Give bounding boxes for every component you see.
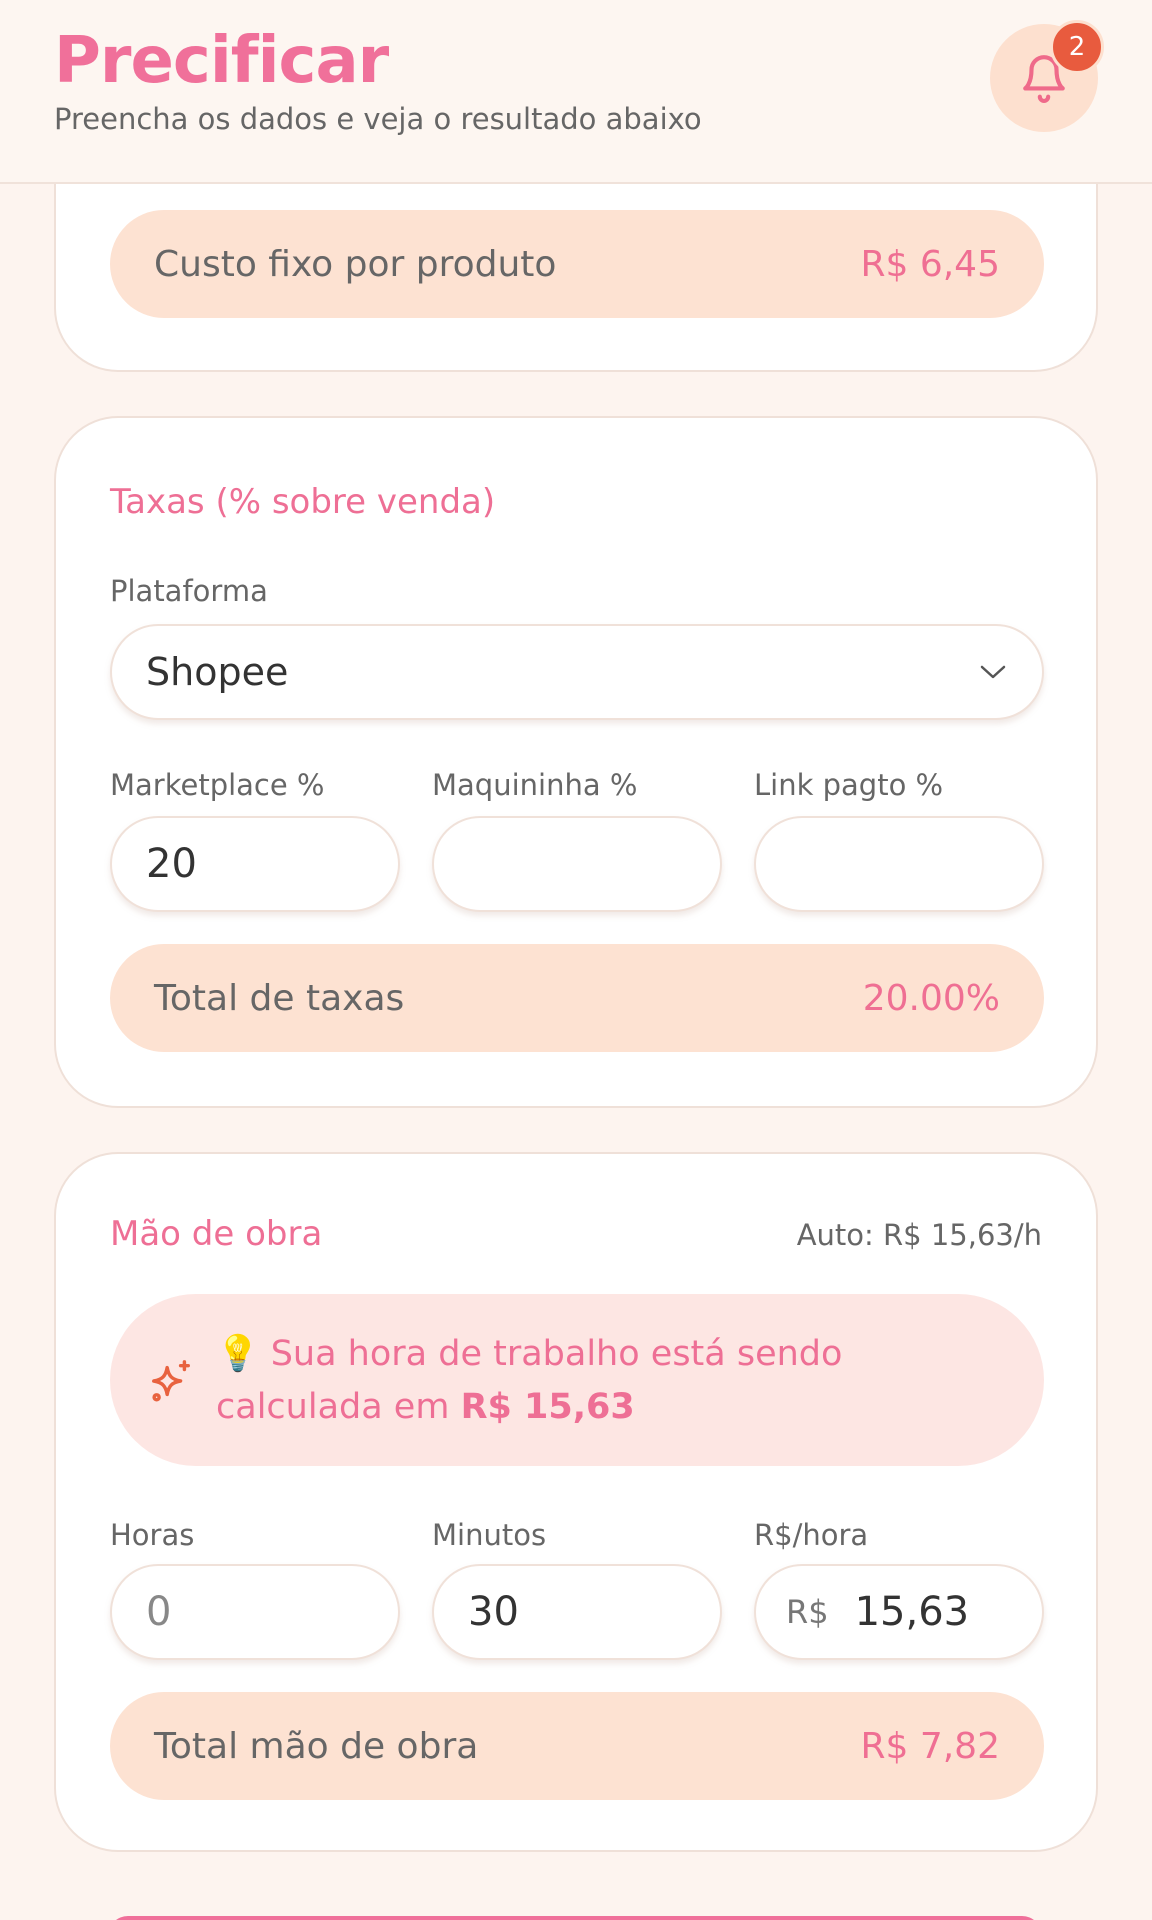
marketplace-input-value: 20 [146,841,197,887]
payment-link-label: Link pagto % [754,768,944,802]
labor-total-label: Total mão de obra [154,1725,479,1767]
app-root: Custo fixo por produto R$ 6,45 Precifica… [0,0,1152,1920]
app-header: Precificar Preencha os dados e veja o re… [0,0,1152,184]
fees-card: Taxas (% sobre venda) Plataforma Shopee … [54,416,1098,1108]
rate-input-value: 15,63 [854,1589,970,1635]
labor-card: Mão de obra Auto: R$ 15,63/h 💡 Sua hora … [54,1152,1098,1852]
notification-badge: 2 [1050,20,1104,74]
currency-prefix: R$ [786,1593,829,1631]
labor-title: Mão de obra [110,1214,323,1254]
labor-info-text: 💡 Sua hora de trabalho está sendo calcul… [216,1328,1016,1434]
page-title: Precificar [54,24,389,98]
minutes-label: Minutos [432,1518,547,1552]
platform-selected-value: Shopee [146,650,289,694]
hours-input-value: 0 [146,1589,172,1635]
minutes-input[interactable]: 30 [432,1564,722,1660]
marketplace-label: Marketplace % [110,768,325,802]
labor-total-summary: Total mão de obra R$ 7,82 [110,1692,1044,1800]
fees-total-label: Total de taxas [154,977,405,1019]
fees-total-summary: Total de taxas 20.00% [110,944,1044,1052]
platform-select[interactable]: Shopee [110,624,1044,720]
fees-title: Taxas (% sobre venda) [110,482,496,522]
platform-label: Plataforma [110,574,268,608]
next-card-edge [108,1916,1042,1920]
sparkle-icon [152,1360,190,1402]
labor-info-banner: 💡 Sua hora de trabalho está sendo calcul… [110,1294,1044,1466]
rate-label: R$/hora [754,1518,869,1552]
rate-input[interactable]: R$ 15,63 [754,1564,1044,1660]
labor-total-value: R$ 7,82 [860,1725,1000,1767]
fees-total-value: 20.00% [862,977,1000,1019]
fixed-cost-summary: Custo fixo por produto R$ 6,45 [110,210,1044,318]
fixed-cost-value: R$ 6,45 [860,243,1000,285]
card-machine-input[interactable] [432,816,722,912]
labor-auto-rate: Auto: R$ 15,63/h [796,1218,1042,1252]
fixed-cost-label: Custo fixo por produto [154,243,557,285]
hours-label: Horas [110,1518,195,1552]
labor-info-value: R$ 15,63 [460,1387,635,1427]
minutes-input-value: 30 [468,1589,519,1635]
chevron-down-icon [980,665,1006,679]
payment-link-input[interactable] [754,816,1044,912]
hours-input[interactable]: 0 [110,1564,400,1660]
marketplace-input[interactable]: 20 [110,816,400,912]
card-machine-label: Maquininha % [432,768,638,802]
page-subtitle: Preencha os dados e veja o resultado aba… [54,102,702,136]
